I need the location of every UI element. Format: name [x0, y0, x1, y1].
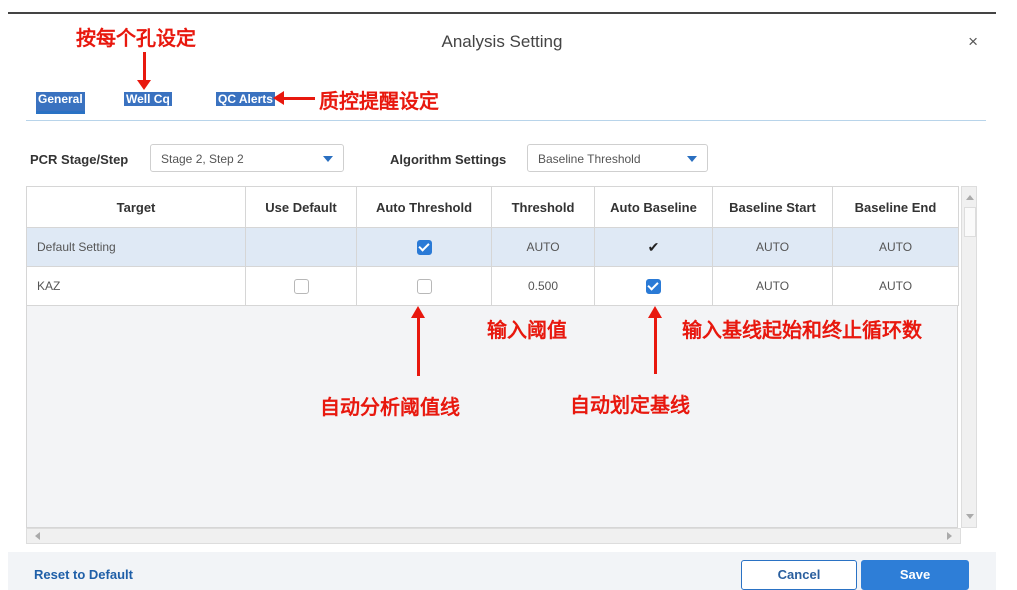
- save-button[interactable]: Save: [861, 560, 969, 590]
- annotation-input-baseline: 输入基线起始和终止循环数: [682, 318, 922, 342]
- annotation-input-threshold: 输入阈值: [487, 318, 567, 342]
- pcr-stage-value: Stage 2, Step 2: [161, 152, 244, 166]
- use-default-cell: [245, 266, 357, 306]
- header-use-default[interactable]: Use Default: [245, 186, 357, 228]
- scroll-down-icon[interactable]: [966, 514, 974, 519]
- use-default-cell: [245, 227, 357, 267]
- table-row[interactable]: KAZ 0.500 AUTO AUTO: [26, 266, 959, 306]
- algorithm-settings-value: Baseline Threshold: [538, 152, 641, 166]
- threshold-cell[interactable]: 0.500: [491, 266, 595, 306]
- header-auto-baseline[interactable]: Auto Baseline: [594, 186, 713, 228]
- auto-threshold-checkbox[interactable]: [416, 278, 432, 294]
- reset-to-default-link[interactable]: Reset to Default: [34, 567, 133, 582]
- horizontal-scrollbar[interactable]: [26, 528, 961, 544]
- scroll-up-icon[interactable]: [966, 195, 974, 200]
- baseline-start-cell[interactable]: AUTO: [712, 227, 833, 267]
- target-settings-table: Target Use Default Auto Threshold Thresh…: [26, 186, 959, 528]
- annotation-qc-alert: 质控提醒设定: [319, 89, 439, 113]
- annotation-arrow-up: [648, 306, 662, 374]
- threshold-cell[interactable]: AUTO: [491, 227, 595, 267]
- algorithm-settings-select[interactable]: Baseline Threshold: [527, 144, 708, 172]
- annotation-arrow-down: [137, 52, 151, 90]
- annotation-per-well: 按每个孔设定: [76, 26, 196, 50]
- auto-baseline-cell: ✔: [594, 227, 713, 267]
- vertical-scrollbar[interactable]: [961, 186, 977, 528]
- baseline-end-cell[interactable]: AUTO: [832, 266, 959, 306]
- table-row[interactable]: Default Setting AUTO ✔ AUTO AUTO: [26, 227, 959, 267]
- analysis-setting-dialog: Analysis Setting × General Well Cq QC Al…: [8, 12, 996, 590]
- header-auto-threshold[interactable]: Auto Threshold: [356, 186, 492, 228]
- auto-baseline-cell: [594, 266, 713, 306]
- pcr-stage-label: PCR Stage/Step: [30, 152, 129, 167]
- header-target[interactable]: Target: [26, 186, 246, 228]
- tab-general[interactable]: General: [36, 92, 85, 114]
- scroll-right-icon[interactable]: [947, 532, 952, 540]
- header-baseline-end[interactable]: Baseline End: [832, 186, 959, 228]
- table-header-row: Target Use Default Auto Threshold Thresh…: [26, 186, 959, 228]
- algorithm-settings-label: Algorithm Settings: [390, 152, 507, 167]
- scroll-thumb[interactable]: [964, 207, 976, 237]
- target-cell: Default Setting: [26, 227, 246, 267]
- pcr-stage-select[interactable]: Stage 2, Step 2: [150, 144, 344, 172]
- scroll-left-icon[interactable]: [35, 532, 40, 540]
- annotation-arrow-up: [411, 306, 425, 376]
- tab-qc-alerts[interactable]: QC Alerts: [216, 92, 275, 106]
- chevron-down-icon: [687, 156, 697, 162]
- close-icon[interactable]: ×: [968, 32, 978, 52]
- annotation-auto-baseline: 自动划定基线: [570, 393, 690, 417]
- cancel-button[interactable]: Cancel: [741, 560, 857, 590]
- checkmark-icon: ✔: [647, 238, 660, 255]
- target-cell: KAZ: [26, 266, 246, 306]
- header-baseline-start[interactable]: Baseline Start: [712, 186, 833, 228]
- auto-threshold-checkbox[interactable]: [416, 239, 432, 255]
- tab-well-cq[interactable]: Well Cq: [124, 92, 172, 106]
- auto-threshold-cell: [356, 266, 492, 306]
- annotation-auto-threshold-line: 自动分析阈值线: [320, 395, 460, 419]
- baseline-start-cell[interactable]: AUTO: [712, 266, 833, 306]
- header-threshold[interactable]: Threshold: [491, 186, 595, 228]
- tab-bar: General Well Cq QC Alerts: [26, 92, 986, 121]
- baseline-end-cell[interactable]: AUTO: [832, 227, 959, 267]
- chevron-down-icon: [323, 156, 333, 162]
- auto-baseline-checkbox[interactable]: [646, 278, 661, 294]
- use-default-checkbox[interactable]: [293, 278, 309, 294]
- annotation-arrow-left: [273, 91, 315, 105]
- auto-threshold-cell: [356, 227, 492, 267]
- dialog-footer: Reset to Default Cancel Save: [8, 552, 996, 590]
